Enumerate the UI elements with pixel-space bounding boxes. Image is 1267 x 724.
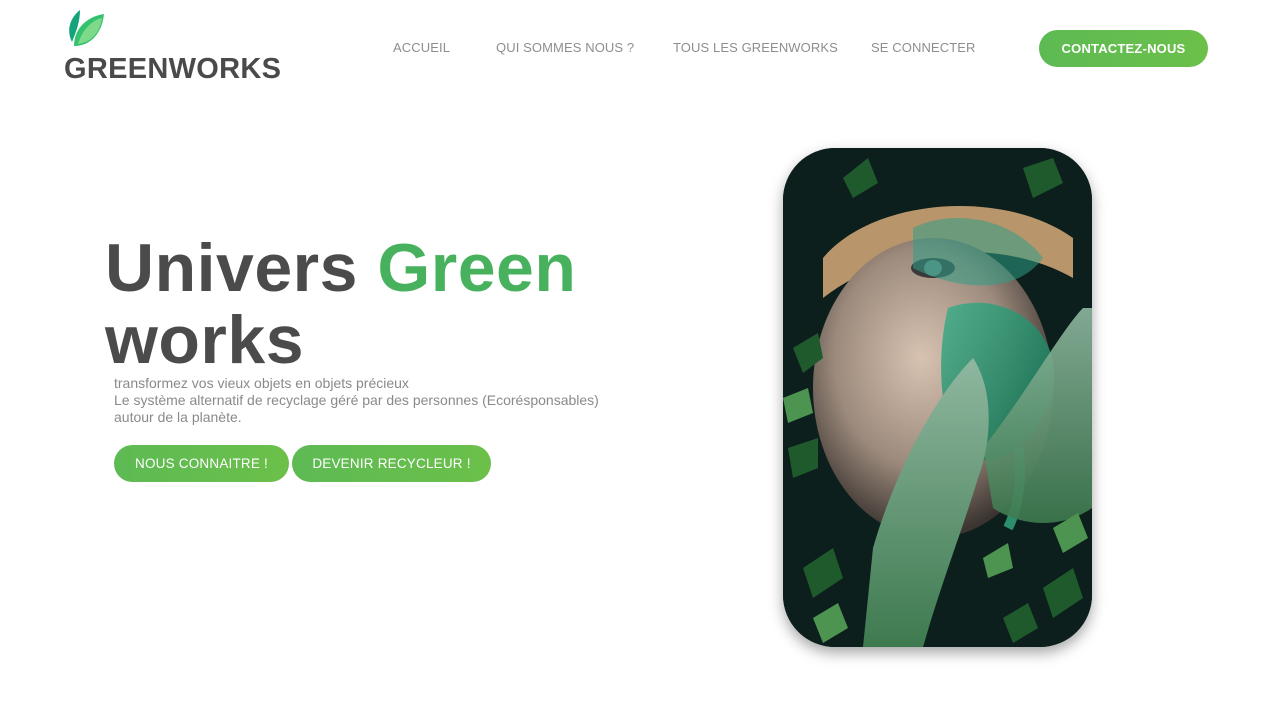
- devenir-recycleur-button[interactable]: DEVENIR RECYCLEUR !: [292, 445, 491, 482]
- hero-desc-line: transformez vos vieux objets en objets p…: [114, 375, 409, 391]
- leaf-icon: [69, 10, 104, 46]
- hero-title-part2: works: [105, 302, 305, 378]
- nav-link-accueil[interactable]: ACCUEIL: [393, 40, 450, 55]
- contact-button[interactable]: CONTACTEZ-NOUS: [1039, 30, 1208, 67]
- hero-portrait-image: [783, 148, 1092, 647]
- nav-link-tous-les-greenworks[interactable]: TOUS LES GREENWORKS: [673, 40, 838, 55]
- logo-wordmark: GREENWORKS: [64, 53, 282, 85]
- nous-connaitre-button[interactable]: NOUS CONNAITRE !: [114, 445, 289, 482]
- hero-description: transformez vos vieux objets en objets p…: [114, 375, 674, 426]
- nav-link-qui-sommes-nous[interactable]: QUI SOMMES NOUS ?: [496, 40, 634, 55]
- hero-title: Univers Green works: [105, 232, 645, 376]
- hero-title-accent: Green: [377, 230, 577, 306]
- hero-desc-line: Le système alternatif de recyclage géré …: [114, 392, 599, 408]
- logo[interactable]: GREENWORKS: [64, 8, 281, 84]
- nav-link-se-connecter[interactable]: SE CONNECTER: [871, 40, 976, 55]
- hero-title-part1: Univers: [105, 230, 378, 306]
- hero-desc-line: autour de la planète.: [114, 409, 242, 425]
